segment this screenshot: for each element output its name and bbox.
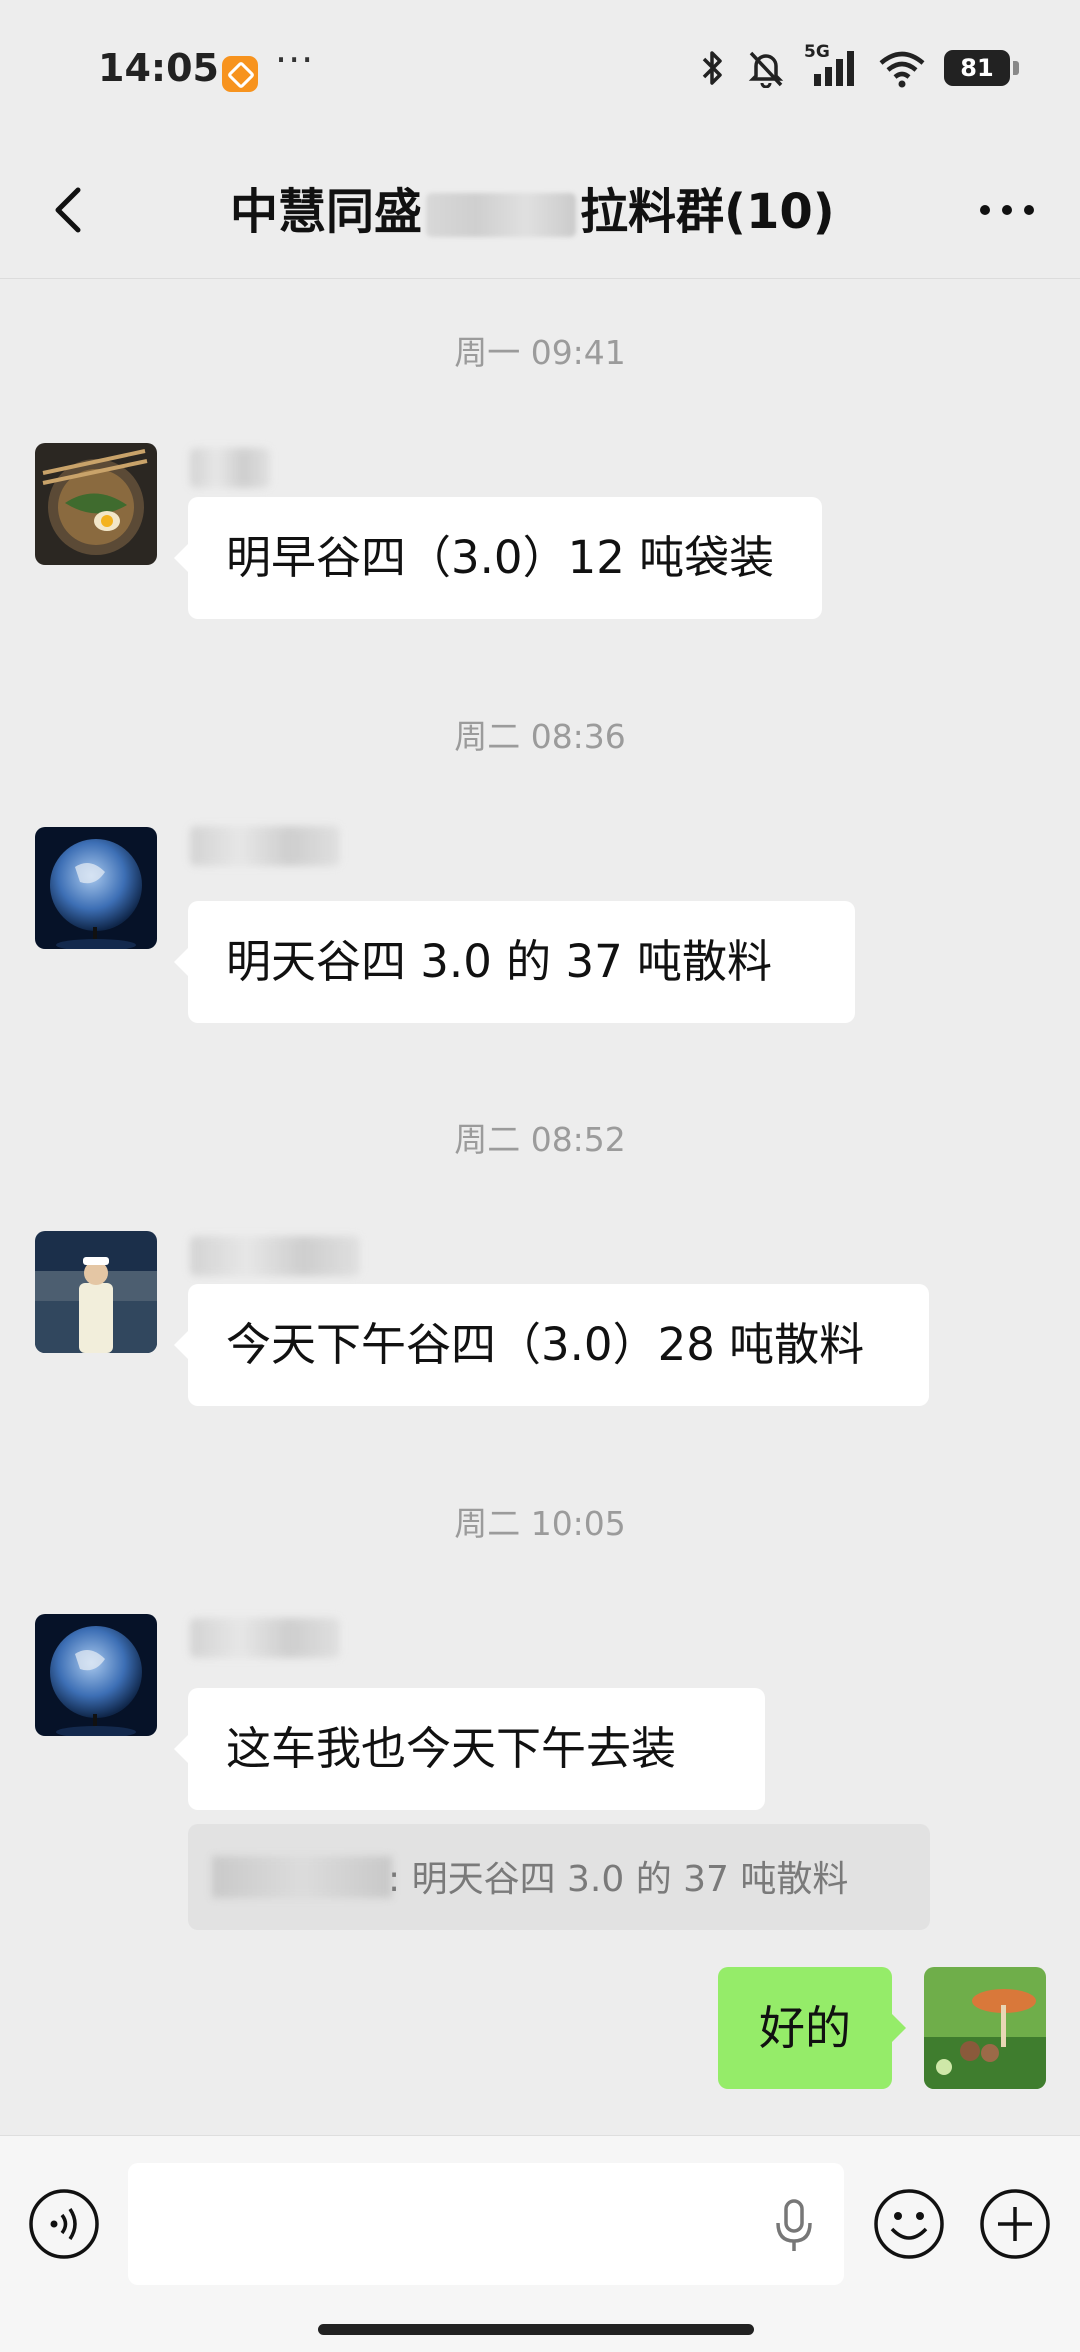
home-indicator[interactable]: [318, 2324, 754, 2335]
message-bubble[interactable]: 明天谷四 3.0 的 37 吨散料: [174, 901, 855, 1023]
sender-name-redacted: [190, 1236, 360, 1276]
battery-icon: 81: [944, 50, 1019, 86]
timestamp: 周二 08:52: [454, 1120, 626, 1159]
mute-bell-icon: [748, 51, 784, 88]
timestamp: 周二 10:05: [454, 1504, 626, 1543]
status-overflow: ···: [275, 38, 315, 82]
status-time: 14:05: [98, 46, 219, 90]
message-bubble[interactable]: 明早谷四（3.0）12 吨袋装: [174, 497, 822, 619]
quoted-message[interactable]: : 明天谷四 3.0 的 37 吨散料: [188, 1824, 930, 1930]
message-bubble[interactable]: 今天下午谷四（3.0）28 吨散料: [174, 1284, 929, 1406]
avatar[interactable]: [35, 827, 157, 949]
chat-header: 中慧同盛 拉料群(10): [0, 150, 1080, 279]
plus-icon[interactable]: [978, 2187, 1052, 2261]
my-message-bubble[interactable]: 好的: [718, 1967, 906, 2089]
avatar[interactable]: [35, 443, 157, 565]
bluetooth-icon: [702, 51, 722, 85]
more-icon[interactable]: [972, 190, 1042, 230]
redacted-title-segment: [426, 193, 577, 237]
microphone-icon[interactable]: [774, 2199, 814, 2253]
timestamp: 周二 08:36: [454, 717, 626, 756]
quoted-sender-redacted: [212, 1856, 392, 1898]
my-avatar[interactable]: [924, 1967, 1046, 2089]
message-bubble[interactable]: 这车我也今天下午去装: [174, 1688, 765, 1810]
input-bar: [0, 2135, 1080, 2352]
message-input[interactable]: [128, 2163, 844, 2285]
status-bar: 14:05 ··· 5G 81: [0, 0, 1080, 150]
chat-title-prefix: 中慧同盛: [230, 184, 423, 240]
chat-title: 中慧同盛 拉料群(10): [230, 172, 870, 242]
sender-name-redacted: [190, 826, 340, 866]
avatar[interactable]: [35, 1231, 157, 1353]
quoted-message-text: : 明天谷四 3.0 的 37 吨散料: [388, 1859, 849, 1900]
timestamp: 周一 09:41: [454, 333, 626, 372]
wifi-icon: [879, 51, 925, 88]
chat-title-suffix: 拉料群(10): [580, 184, 835, 240]
back-icon[interactable]: [38, 178, 102, 242]
avatar[interactable]: [35, 1614, 157, 1736]
app-notification-icon: [222, 56, 258, 92]
status-icons: 5G 81: [698, 42, 1019, 88]
voice-icon[interactable]: [27, 2187, 101, 2261]
sender-name-redacted: [190, 448, 270, 488]
sender-name-redacted: [190, 1618, 340, 1658]
cellular-signal-icon: 5G: [804, 42, 860, 88]
emoji-icon[interactable]: [872, 2187, 946, 2261]
